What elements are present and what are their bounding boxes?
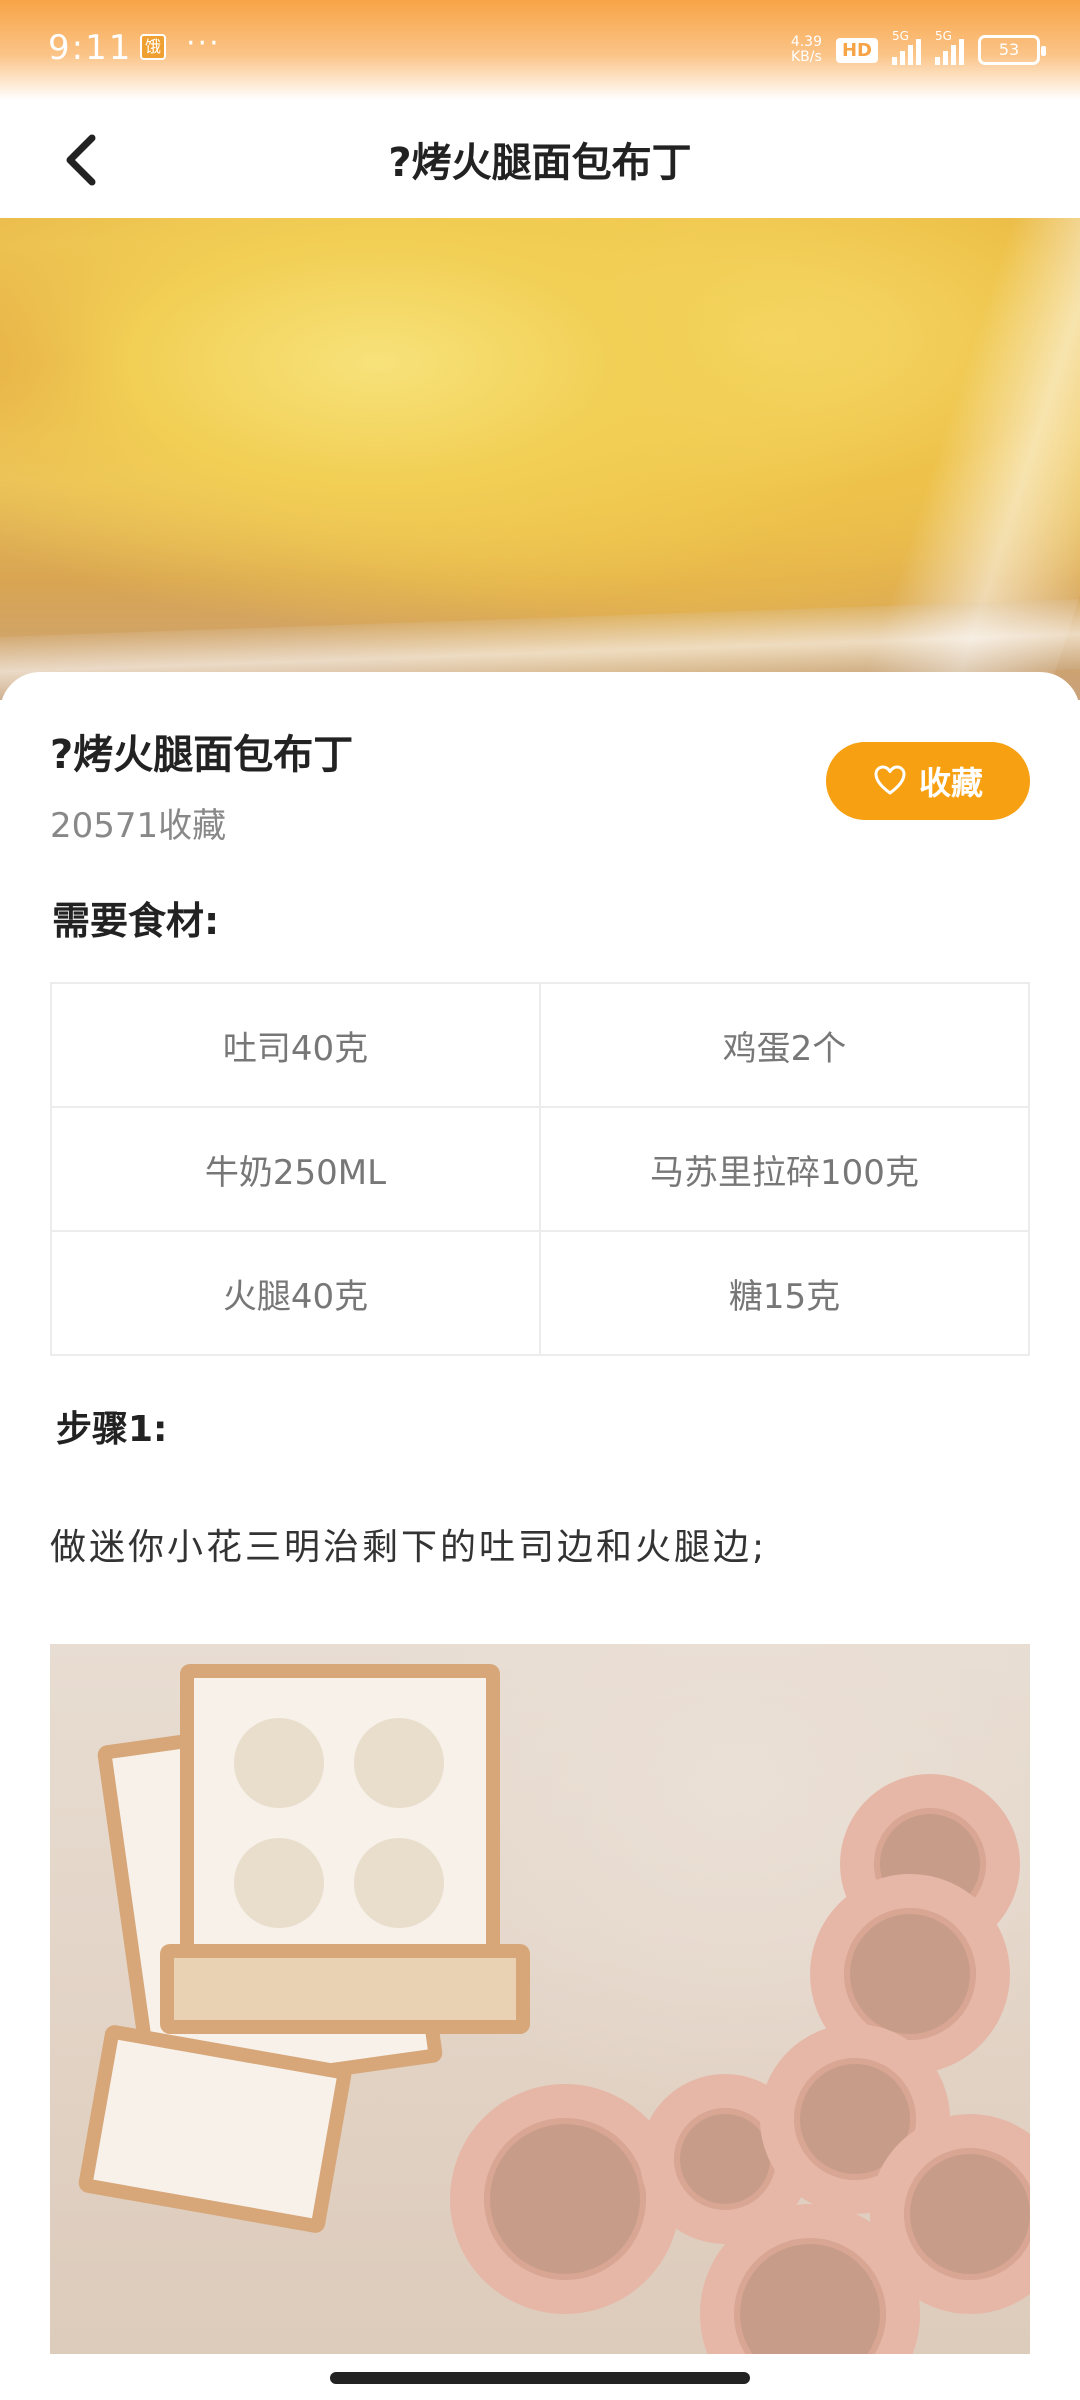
ingredient-cell: 马苏里拉碎100克 [541, 1108, 1030, 1232]
step-image [50, 1644, 1030, 2354]
battery-icon: 53 [978, 35, 1046, 65]
favorite-button-label: 收藏 [918, 764, 983, 802]
recipe-detail-card: ?烤火腿面包布丁 20571收藏 收藏 需要食材: 吐司40克 鸡蛋2个 牛奶2… [0, 672, 1080, 2400]
signal-strength-icon: 5G [892, 29, 921, 65]
ingredients-heading: 需要食材: [52, 899, 220, 943]
recipe-title: ?烤火腿面包布丁 [50, 732, 354, 778]
more-notifications-icon: ··· [186, 26, 221, 61]
gesture-navigation-bar[interactable] [330, 2372, 750, 2384]
signal-label: 5G [892, 29, 909, 43]
network-speed-value: 4.39 [790, 34, 822, 50]
ingredient-cell: 鸡蛋2个 [541, 984, 1030, 1108]
step-description: 做迷你小花三明治剩下的吐司边和火腿边; [50, 1527, 768, 1568]
status-indicators: 4.39 KB/s HD 5G 5G 53 [791, 29, 1046, 70]
ham-ring [450, 2084, 680, 2314]
bread-crust-stack [160, 1944, 530, 2034]
signal-strength-icon-2: 5G [935, 29, 964, 65]
recipe-hero-image [0, 218, 1080, 700]
signal-label-2: 5G [935, 29, 952, 43]
step-label: 步骤1: [56, 1409, 168, 1450]
favorite-button[interactable]: 收藏 [826, 742, 1030, 820]
notification-app-icon: 饿 [140, 34, 166, 60]
network-speed-unit: KB/s [791, 49, 822, 65]
status-time: 9:11 [48, 28, 133, 68]
app-header: ?烤火腿面包布丁 [0, 100, 1080, 218]
status-bar: 9:11 饿 ··· 4.39 KB/s HD 5G 5G 53 [0, 0, 1080, 100]
hd-icon: HD [835, 37, 878, 63]
favorite-count: 20571收藏 [50, 806, 227, 846]
ingredient-cell: 吐司40克 [52, 984, 541, 1108]
ingredients-table: 吐司40克 鸡蛋2个 牛奶250ML 马苏里拉碎100克 火腿40克 糖15克 [50, 982, 1030, 1356]
ingredient-cell: 糖15克 [541, 1232, 1030, 1356]
heart-outline-icon [874, 765, 906, 795]
network-speed: 4.39 KB/s [791, 35, 822, 65]
page-title: ?烤火腿面包布丁 [388, 140, 692, 186]
ingredient-cell: 牛奶250ML [52, 1108, 541, 1232]
ingredient-cell: 火腿40克 [52, 1232, 541, 1356]
